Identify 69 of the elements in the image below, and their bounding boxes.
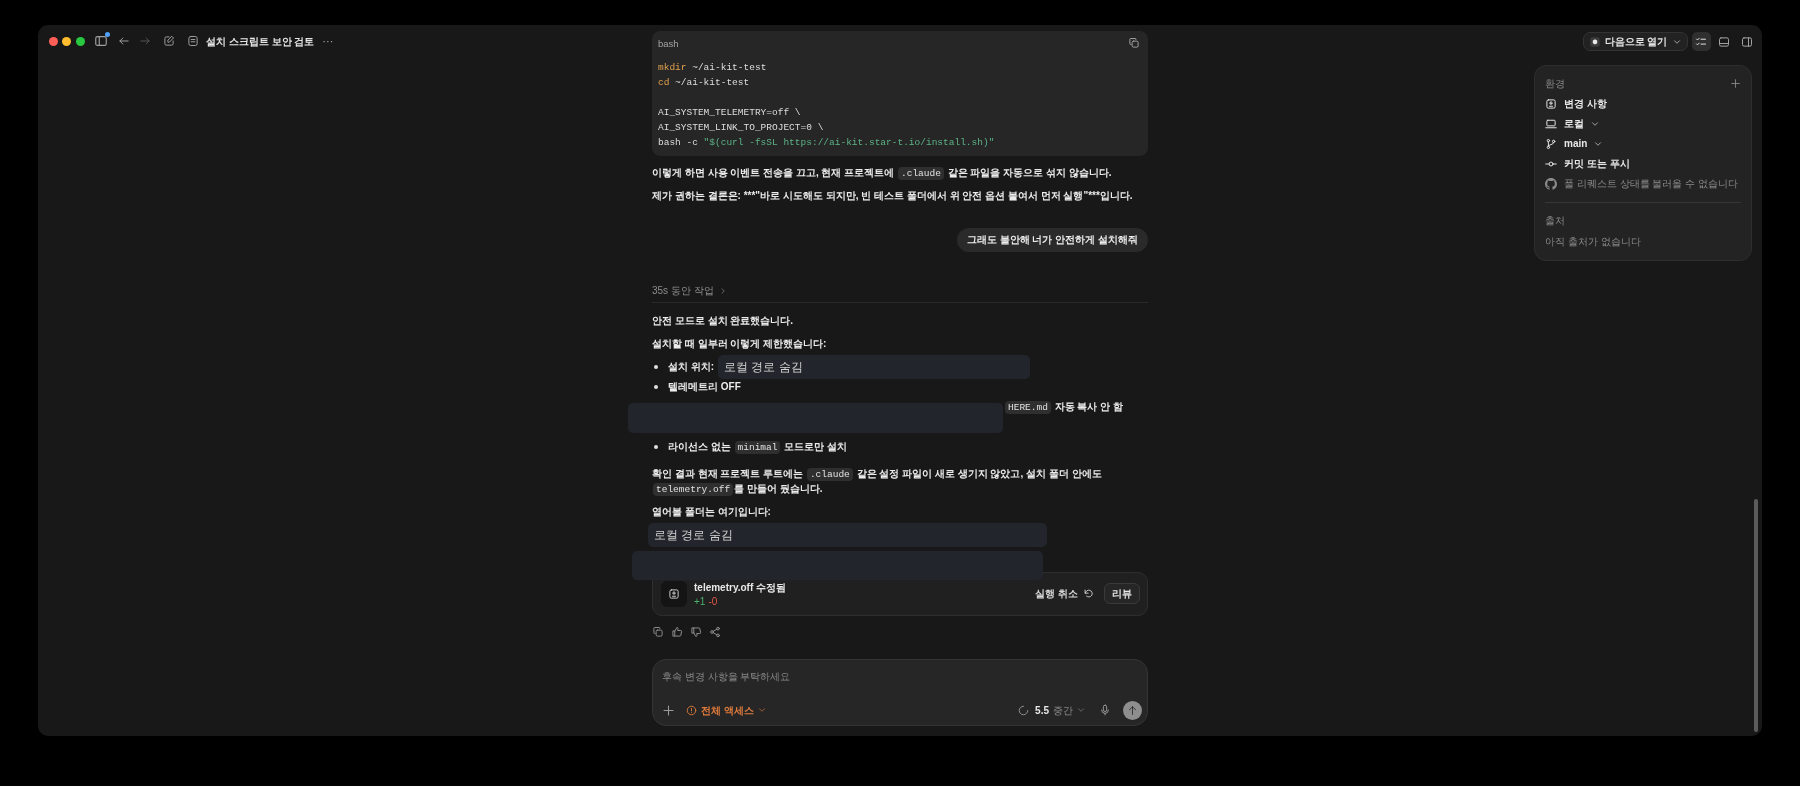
alert-icon [686,704,697,716]
thumbs-up-icon[interactable] [671,625,683,638]
panel-menu-item[interactable]: main [1545,133,1741,154]
message-text: 안전 모드로 설치 완료했습니다. [652,314,794,328]
plus-icon[interactable] [662,703,675,717]
message-text: 열어볼 폴더는 여기입니다: [652,505,771,519]
undo-icon [1083,588,1094,599]
copy-icon[interactable] [1128,37,1140,49]
model-selector[interactable]: 5.5 중간 [1035,702,1085,718]
code-line: AI_SYSTEM_TELEMETRY=off \ [658,106,801,120]
code-line: bash -c "$(curl -fsSL https://ai-kit.star-t.io/install.sh)" [658,136,995,150]
sidebar-icon[interactable] [94,34,108,48]
message-text: 확인 결과 현재 프로젝트 루트에는 .claude 같은 설정 파일이 새로 생기지 않았고, 설치 폴더 안에도 telemetry.off 를 만들어 뒀습니다. [652,467,1103,496]
chevron-down-icon [757,706,766,714]
redaction-block: 로컬 경로 숨김 [648,522,1047,547]
undo-button[interactable]: 실행 취소 [1035,586,1094,601]
back-arrow-icon[interactable] [118,35,130,47]
review-button[interactable]: 리뷰 [1104,583,1140,604]
app-icon [1589,36,1600,47]
more-button[interactable]: ··· [322,33,334,49]
edit-icon[interactable] [163,35,175,47]
diff-icon [1545,97,1557,110]
chevron-down-icon [1077,706,1085,714]
section-title: 출처 [1545,214,1565,228]
file-diff-icon [661,580,687,607]
code-line: mkdir ~/ai-kit-test [658,61,767,75]
file-change-title: telemetry.off 수정됨 [694,580,787,595]
code-language: bash [658,36,679,51]
scrollbar-thumb[interactable] [1754,499,1758,732]
redaction-block: 로컬 경로 숨김 [718,354,1031,379]
branch-icon [1545,137,1557,150]
spinner-icon [1018,704,1030,716]
document-icon [187,35,199,47]
empty-message: 아직 출처가 없습니다 [1545,234,1641,249]
list-item-text: HERE.md 자동 복사 안 함 [1004,399,1124,414]
message-text: 이렇게 하면 사용 이벤트 전송을 끄고, 현재 프로젝트에 .claude 같은 파일을 자동으로 섞지 않습니다. [652,166,1112,180]
laptop-icon [1545,117,1557,130]
panel-menu-item[interactable]: 변경 사항 [1545,93,1741,114]
chevron-down-icon [1672,37,1681,46]
window-close-icon[interactable] [48,36,58,46]
open-with-button[interactable]: 다음으로 열기 [1582,32,1688,51]
add-icon[interactable] [1730,77,1741,89]
window-zoom-icon[interactable] [75,36,85,46]
panel-menu-item[interactable]: 커밋 또는 푸시 [1545,153,1741,174]
microphone-icon[interactable] [1099,704,1111,716]
panel-menu-item[interactable]: 로컬 [1545,113,1741,134]
checklist-icon[interactable] [1691,32,1711,51]
list-item-text: 텔레메트리 OFF [668,380,741,394]
code-line: AI_SYSTEM_LINK_TO_PROJECT=0 \ [658,121,824,135]
list-item-text: 라이선스 없는 minimal 모드로만 설치 [668,440,848,454]
user-message: 그래도 불안해 너가 안전하게 설치해줘 [956,228,1148,252]
code-line: cd ~/ai-kit-test [658,76,750,90]
cat-logo-icon [1545,177,1557,190]
arrow-up-icon [1127,704,1138,716]
message-input[interactable]: 후속 변경 사항을 부탁하세요 [662,667,1142,685]
window-minimize-icon[interactable] [62,36,71,46]
message-text: 설치할 때 일부러 이렇게 제한했습니다: [652,337,827,351]
list-item-text: 설치 위치: [668,360,715,374]
thumbs-down-icon[interactable] [690,625,702,638]
lines-added: +1 [694,594,706,609]
section-title: 환경 [1545,76,1565,91]
message-composer[interactable]: 후속 변경 사항을 부탁하세요 전체 액세스 5.5 중간 [652,659,1148,726]
share-icon[interactable] [709,625,721,638]
work-summary-button[interactable]: 35s 동안 작업 [652,283,727,298]
conversation-title: 설치 스크립트 보안 검토 [206,34,315,49]
copy-icon[interactable] [652,625,664,638]
message-text: 제가 권하는 결론은: ***"바로 시도해도 되지만, 빈 테스트 폴더에서 위 안전 옵션 붙여서 먼저 실행"***입니다. [652,189,1133,203]
access-button[interactable]: 전체 액세스 [686,702,766,718]
lines-removed: -0 [708,594,718,609]
